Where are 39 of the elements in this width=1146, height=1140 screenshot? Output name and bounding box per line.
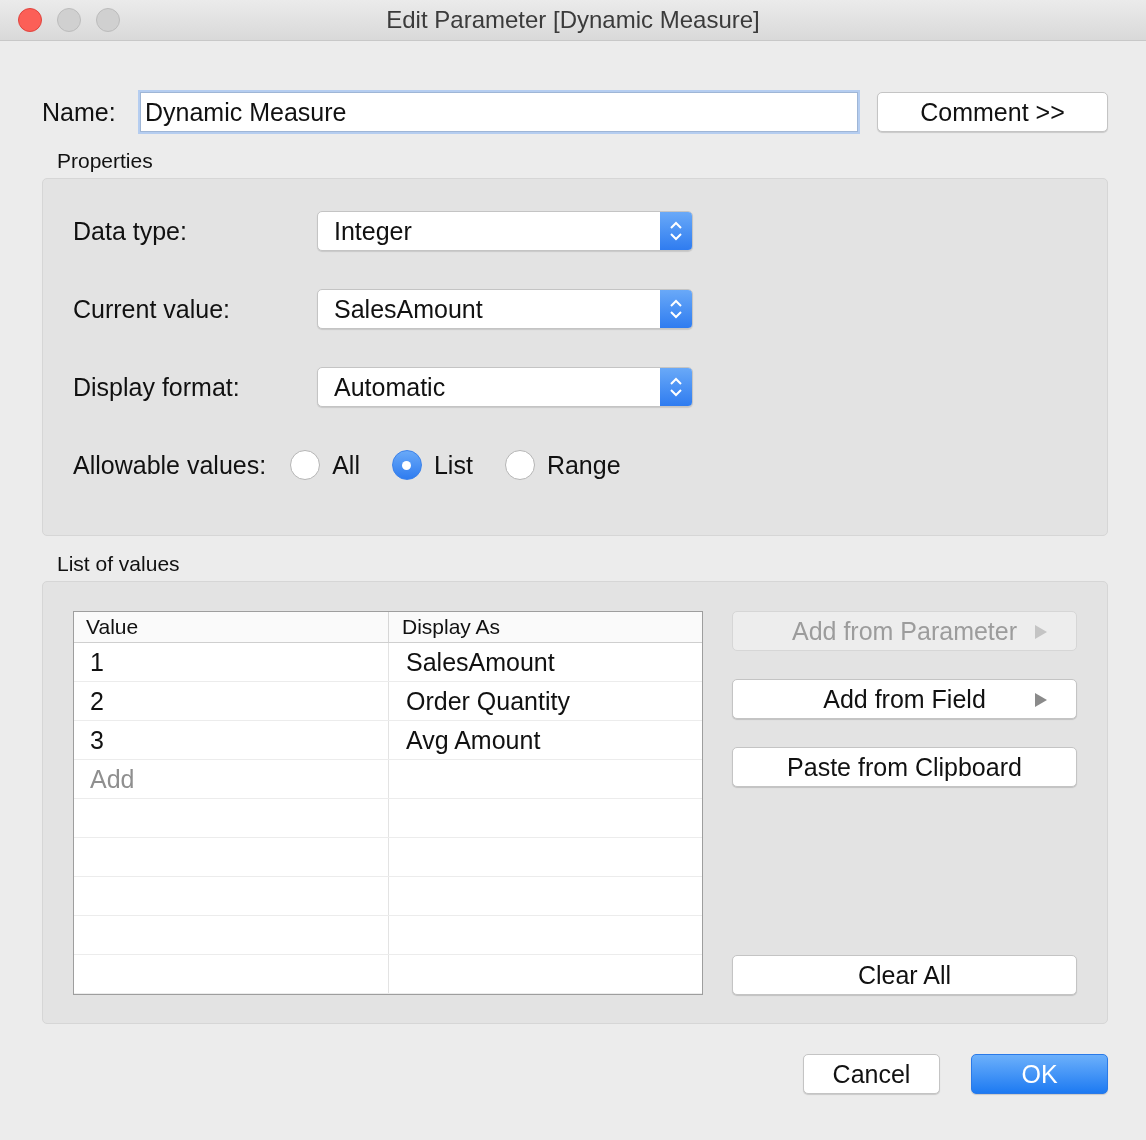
window-title: Edit Parameter [Dynamic Measure] [386, 6, 760, 34]
dropdown[interactable]: Integer [317, 211, 693, 251]
column-header: Display As [401, 614, 501, 640]
column-header: Value [74, 612, 389, 642]
section-heading: Properties [57, 149, 154, 173]
table-cell-text: SalesAmount [405, 646, 555, 678]
zoom-button[interactable] [96, 8, 120, 32]
action-button[interactable]: Clear All [732, 955, 1077, 995]
field-label: Data type: [73, 216, 188, 246]
name-field[interactable]: Dynamic Measure [140, 92, 858, 132]
table-cell-text: Avg Amount [405, 724, 541, 756]
table-cell: 1 [74, 643, 389, 681]
radio-label: List [433, 450, 473, 480]
field-label: Display format: [73, 372, 241, 402]
radio-button[interactable] [290, 450, 321, 480]
close-button[interactable] [18, 8, 42, 32]
name-label: Name: [42, 97, 117, 127]
radio-label: Range [546, 450, 621, 480]
table-cell-text: Order Quantity [405, 685, 570, 717]
dropdown[interactable]: SalesAmount [317, 289, 693, 329]
field-label: Allowable values: [73, 450, 267, 480]
radio-button[interactable] [391, 450, 422, 480]
action-button[interactable]: Add from Field [732, 679, 1077, 719]
submenu-arrow-icon [1034, 624, 1048, 640]
radio-label: All [332, 450, 360, 480]
table-cell: 3 [74, 721, 389, 759]
chevron-icon [669, 219, 683, 243]
dialog-button[interactable]: Cancel [803, 1054, 940, 1094]
dropdown[interactable]: Automatic [317, 367, 693, 407]
chevron-icon [669, 375, 683, 399]
submenu-arrow-icon [1034, 692, 1048, 708]
chevron-icon [669, 297, 683, 321]
comment-button[interactable]: Comment >> [877, 92, 1108, 132]
section-heading: List of values [57, 552, 181, 576]
action-button[interactable]: Paste from Clipboard [732, 747, 1077, 787]
minimize-button[interactable] [57, 8, 81, 32]
table-cell: 2 [74, 682, 389, 720]
field-label: Current value: [73, 294, 232, 324]
radio-button[interactable] [504, 450, 535, 480]
